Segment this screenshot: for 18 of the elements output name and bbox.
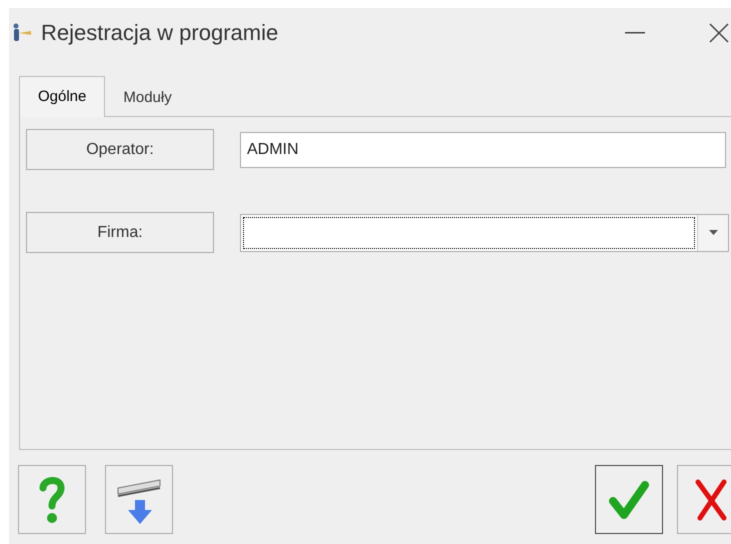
cross-icon — [694, 478, 728, 522]
download-button[interactable] — [105, 465, 173, 534]
tab[interactable]: Moduły — [105, 80, 190, 116]
close-icon[interactable] — [709, 23, 729, 43]
field-label-button[interactable]: Firma: — [26, 212, 214, 253]
checkmark-icon — [609, 478, 649, 520]
help-button[interactable] — [18, 465, 86, 534]
tab[interactable]: Ogólne — [19, 76, 106, 117]
confirm-button[interactable] — [595, 465, 663, 534]
field-label-button[interactable]: Operator: — [26, 129, 214, 170]
cancel-button[interactable] — [677, 465, 731, 534]
minimize-icon[interactable] — [625, 31, 645, 35]
window-title: Rejestracja w programie — [41, 20, 278, 46]
question-mark-icon — [39, 476, 65, 524]
operator-field[interactable]: ADMIN — [240, 132, 726, 168]
dropdown-arrow-icon — [708, 230, 718, 235]
company-dropdown[interactable] — [240, 214, 729, 252]
app-icon — [11, 22, 33, 44]
